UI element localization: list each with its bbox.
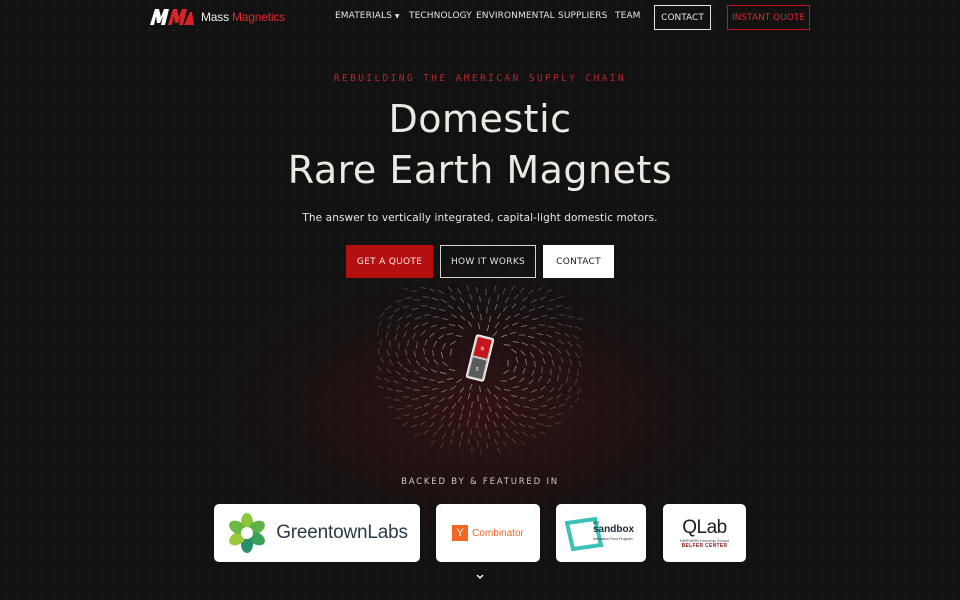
sandbox-logo-text: sandbox [593,524,635,535]
brand-name: Mass Magnetics [201,10,285,24]
logo[interactable]: Mass Magnetics [150,8,285,26]
hero-title-line2: Rare Earth Magnets [287,148,673,192]
caret-down-icon: ▼ [394,13,400,20]
qlab-belfer-text: BELFER CENTER [681,542,728,549]
get-a-quote-button[interactable]: GET A QUOTE [346,245,433,278]
instant-quote-button[interactable]: INSTANT QUOTE [727,5,810,30]
mm-logo-icon [150,9,194,25]
nav-ematerials-label: EMATERIALS [335,11,392,21]
yc-logo-text: Combinator [472,527,524,539]
logo-card-y-combinator[interactable]: Y Combinator [436,504,540,562]
qlab-logo-text: QLab [682,516,727,538]
sandbox-tagline: Innovation Fund Program [593,537,633,541]
yc-mark-icon: Y [452,525,469,541]
backed-by-heading: BACKED BY & FEATURED IN [401,477,559,487]
greentown-flower-icon [229,513,266,553]
hero-contact-button[interactable]: CONTACT [543,245,614,278]
nav-team[interactable]: TEAM [615,11,641,21]
nav-environmental[interactable]: ENVIRONMENTAL [476,11,555,21]
logo-card-qlab[interactable]: QLab HARVARD Kennedy School BELFER CENTE… [663,504,746,562]
header-contact-button[interactable]: CONTACT [654,5,711,30]
logo-card-mit-sandbox[interactable]: MIT sandbox Innovation Fund Program [556,504,646,562]
site-header: Mass Magnetics EMATERIALS ▼ TECHNOLOGY EN… [0,0,960,36]
qlab-harvard-text: HARVARD Kennedy School [679,537,730,543]
nav-ematerials[interactable]: EMATERIALS ▼ [335,11,400,21]
nav-technology[interactable]: TECHNOLOGY [409,11,472,21]
nav-suppliers[interactable]: SUPPLIERS [558,11,607,21]
greentown-logo-text: GreentownLabs [276,522,408,543]
hero-subtitle: The answer to vertically integrated, cap… [302,212,658,224]
hero-eyebrow: REBUILDING THE AMERICAN SUPPLY CHAIN [333,73,627,84]
logo-card-greentown-labs[interactable]: GreentownLabs [214,504,420,562]
how-it-works-button[interactable]: HOW IT WORKS [440,245,536,278]
hero-title-line1: Domestic [388,97,572,141]
chevron-down-icon[interactable] [473,572,487,582]
